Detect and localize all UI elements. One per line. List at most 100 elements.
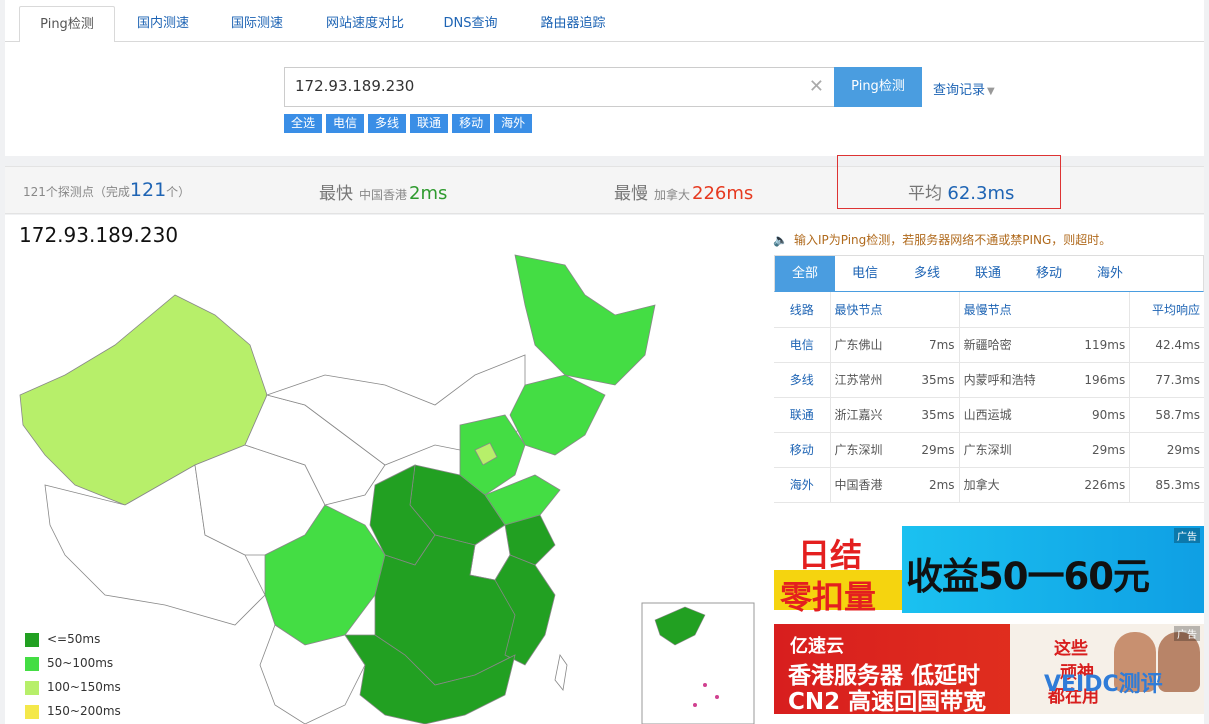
row-slow-node: 加拿大 [959, 467, 1065, 503]
table-row[interactable]: 多线 江苏常州 35ms 内蒙呼和浩特 196ms 77.3ms [774, 362, 1204, 398]
row-fast-node: 中国香港 [830, 467, 905, 503]
result-area: 172.93.189.230 <=50ms 50~100ms 100~150ms… [5, 215, 1204, 724]
tab-international-speed[interactable]: 国际测速 [217, 6, 297, 43]
tab-traceroute[interactable]: 路由器追踪 [527, 6, 619, 43]
line-filters: 全选 电信 多线 联通 移动 海外 [284, 112, 536, 133]
history-dropdown[interactable]: 查询记录 ▼ [933, 79, 995, 98]
row-fast-ms: 35ms [904, 397, 960, 433]
row-slow-ms: 90ms [1064, 397, 1131, 433]
hint-label: 输入IP为Ping检测，若服务器网络不通或禁PING，则超时。 [793, 233, 1112, 247]
map-region-taiwan[interactable] [554, 654, 568, 691]
row-fast-node: 浙江嘉兴 [830, 397, 905, 433]
map-region-jilin-liaoning[interactable] [509, 374, 606, 456]
row-line: 移动 [774, 432, 831, 468]
hint-text: 🔈 输入IP为Ping检测，若服务器网络不通或禁PING，则超时。 [773, 231, 1111, 248]
header-fastest: 最快节点 [830, 292, 960, 328]
legend-label: 50~100ms [47, 656, 114, 670]
ad2-brand: 亿速云 [790, 636, 844, 657]
ping-button[interactable]: Ping检测 [834, 67, 922, 107]
row-slow-ms: 29ms [1064, 432, 1131, 468]
filter-telecom[interactable]: 电信 [326, 114, 365, 133]
legend-item-1: <=50ms [25, 629, 121, 653]
result-table: 线路 最快节点 最慢节点 平均响应 电信 广东佛山 7ms 新疆哈密 119ms… [774, 292, 1204, 503]
filter-mobile[interactable]: 移动 [452, 114, 491, 133]
legend-label: 100~150ms [47, 680, 121, 694]
rtab-multiline[interactable]: 多线 [897, 256, 957, 291]
ad1-right-panel: 收益50一60元 [902, 526, 1204, 613]
ad2-promo-1: 这些 [1054, 639, 1088, 659]
rtab-mobile[interactable]: 移动 [1019, 256, 1079, 291]
row-line: 联通 [774, 397, 831, 433]
tab-dns[interactable]: DNS查询 [433, 6, 508, 43]
ad1-no-deduct-text: 零扣量 [780, 578, 877, 613]
legend-item-4: 150~200ms [25, 701, 121, 724]
legend-label: <=50ms [47, 632, 101, 646]
filter-overseas[interactable]: 海外 [494, 114, 533, 133]
ad-banner-income[interactable]: 日结 零扣量 收益50一60元 广告 [774, 526, 1204, 613]
probe-count-suffix: 个） [166, 185, 191, 199]
ad1-left-panel: 日结 零扣量 [774, 526, 902, 613]
rtab-telecom[interactable]: 电信 [835, 256, 895, 291]
tab-ping[interactable]: Ping检测 [19, 6, 115, 43]
ad1-income-text: 收益50一60元 [906, 555, 1150, 598]
ip-input[interactable] [295, 77, 795, 95]
row-line: 多线 [774, 362, 831, 398]
watermark-text: VEIDC测评 [1044, 672, 1163, 697]
tab-domestic-speed[interactable]: 国内测速 [123, 6, 203, 43]
row-slow-node: 新疆哈密 [959, 327, 1065, 363]
ad-tag: 广告 [1174, 626, 1200, 641]
row-line: 海外 [774, 467, 831, 503]
legend-item-2: 50~100ms [25, 653, 121, 677]
row-fast-ms: 29ms [904, 432, 960, 468]
map-legend: <=50ms 50~100ms 100~150ms 150~200ms [25, 629, 121, 724]
table-row[interactable]: 联通 浙江嘉兴 35ms 山西运城 90ms 58.7ms [774, 397, 1204, 433]
legend-swatch [25, 632, 39, 647]
legend-swatch [25, 704, 39, 719]
inset-islands-3 [693, 703, 697, 707]
filter-all[interactable]: 全选 [284, 114, 323, 133]
row-slow-node: 山西运城 [959, 397, 1065, 433]
slowest-value: 226ms [692, 183, 754, 204]
ad1-yellow-strip: 零扣量 [774, 570, 902, 613]
map-region-heilongjiang[interactable] [514, 254, 656, 386]
page: Ping检测 国内测速 国际测速 网站速度对比 DNS查询 路由器追踪 ✕ Pi… [0, 0, 1209, 724]
filter-multiline[interactable]: 多线 [368, 114, 407, 133]
tab-site-compare[interactable]: 网站速度对比 [311, 6, 419, 43]
row-fast-ms: 2ms [904, 467, 960, 503]
header-average: 平均响应 [1129, 292, 1204, 328]
close-icon[interactable]: ✕ [809, 77, 824, 97]
row-slow-node: 内蒙呼和浩特 [959, 362, 1065, 398]
row-line: 电信 [774, 327, 831, 363]
legend-swatch [25, 680, 39, 695]
search-box: ✕ [284, 67, 835, 107]
legend-swatch [25, 656, 39, 671]
row-fast-ms: 35ms [904, 362, 960, 398]
result-tabs: 全部 电信 多线 联通 移动 海外 [774, 255, 1204, 292]
fastest-location: 中国香港 [359, 188, 408, 202]
ad-tag: 广告 [1174, 528, 1200, 543]
row-avg: 42.4ms [1129, 327, 1204, 363]
row-fast-ms: 7ms [904, 327, 960, 363]
table-row[interactable]: 海外 中国香港 2ms 加拿大 226ms 85.3ms [774, 467, 1204, 503]
table-row[interactable]: 电信 广东佛山 7ms 新疆哈密 119ms 42.4ms [774, 327, 1204, 363]
fastest-value: 2ms [409, 183, 448, 204]
header-slowest: 最慢节点 [959, 292, 1131, 328]
row-fast-node: 江苏常州 [830, 362, 905, 398]
caret-down-icon: ▼ [987, 86, 995, 97]
row-fast-node: 广东深圳 [830, 432, 905, 468]
ad2-person-avatar [1158, 632, 1200, 692]
inset-islands-2 [715, 695, 719, 699]
filter-unicom[interactable]: 联通 [410, 114, 449, 133]
ad-banner-yisuyun[interactable]: 亿速云 香港服务器 低延时 CN2 高速回国带宽 这些 顽神 都在用 VEIDC… [774, 624, 1204, 714]
rtab-all[interactable]: 全部 [775, 256, 835, 292]
header-line: 线路 [774, 292, 831, 328]
fastest-summary: 最快 中国香港 2ms [319, 179, 447, 204]
speaker-icon: 🔈 [773, 233, 788, 247]
rtab-overseas[interactable]: 海外 [1080, 256, 1140, 291]
row-slow-node: 广东深圳 [959, 432, 1065, 468]
table-row[interactable]: 移动 广东深圳 29ms 广东深圳 29ms 29ms [774, 432, 1204, 468]
probe-count-done: 121 [129, 179, 167, 201]
rtab-unicom[interactable]: 联通 [958, 256, 1018, 291]
history-label: 查询记录 [933, 83, 986, 98]
row-avg: 29ms [1129, 432, 1204, 468]
